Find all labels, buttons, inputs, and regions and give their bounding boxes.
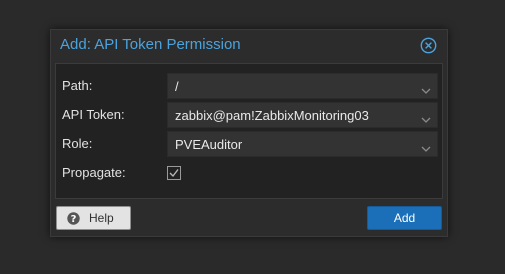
path-value: /: [175, 79, 179, 94]
api-token-label: API Token:: [62, 107, 125, 122]
dialog-titlebar[interactable]: Add: API Token Permission: [51, 30, 447, 61]
role-label: Role:: [62, 136, 93, 151]
api-token-row: API Token: zabbix@pam!ZabbixMonitoring03: [56, 102, 442, 128]
help-button-label: Help: [89, 211, 114, 225]
propagate-label: Propagate:: [62, 165, 126, 180]
role-combobox[interactable]: PVEAuditor: [167, 131, 438, 157]
question-circle-icon: ?: [67, 212, 80, 225]
api-token-combobox[interactable]: zabbix@pam!ZabbixMonitoring03: [167, 102, 438, 128]
path-combobox[interactable]: /: [167, 73, 438, 99]
api-token-value: zabbix@pam!ZabbixMonitoring03: [175, 108, 369, 123]
add-api-token-permission-dialog: Add: API Token Permission Path: / API To…: [50, 29, 448, 237]
chevron-down-icon[interactable]: [421, 82, 431, 94]
chevron-down-icon[interactable]: [421, 140, 431, 152]
path-row: Path: /: [56, 73, 442, 99]
form-panel: Path: / API Token: zabbix@pam!ZabbixMoni…: [55, 63, 443, 199]
role-value: PVEAuditor: [175, 137, 243, 152]
help-button[interactable]: ? Help: [56, 206, 131, 230]
add-button-label: Add: [393, 211, 416, 225]
propagate-row: Propagate:: [56, 160, 442, 186]
add-button[interactable]: Add: [367, 206, 442, 230]
chevron-down-icon[interactable]: [421, 111, 431, 123]
role-row: Role: PVEAuditor: [56, 131, 442, 157]
path-label: Path:: [62, 78, 93, 93]
propagate-checkbox[interactable]: [167, 166, 181, 180]
dialog-footer: ? Help Add: [51, 201, 447, 237]
svg-text:?: ?: [71, 214, 77, 225]
dialog-title: Add: API Token Permission: [60, 36, 241, 53]
close-icon[interactable]: [420, 37, 437, 54]
